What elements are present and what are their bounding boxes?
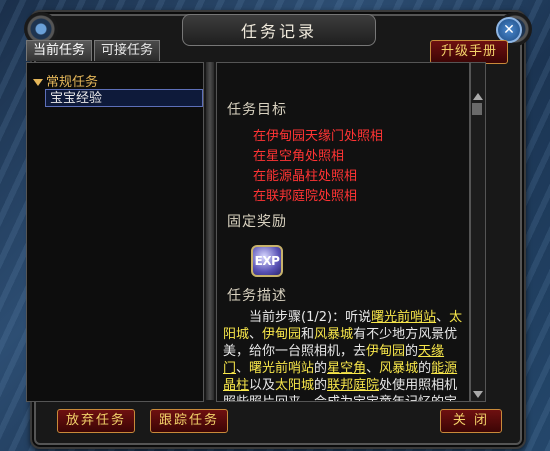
description-text: 、 [436,310,450,325]
tab-available-quests[interactable]: 可接任务 [94,40,161,61]
quest-description: 当前步骤(1/2)：听说曙光前哨站、太阳城、伊甸园和风暴城有不少地方风景优美，给… [223,309,463,401]
description-text: 和 [301,327,315,342]
place-name-highlight: 太阳城 [275,378,315,393]
goal-title: 任务目标 [227,102,287,118]
tab-bar: 当前任务 可接任务 [26,40,161,61]
goal-item: 在能源晶柱处照相 [253,169,358,184]
description-text: 当前步骤(1/2)：听说 [249,310,372,325]
quest-tree-panel: 常规任务 宝宝经验 [26,62,204,402]
place-name-highlight: 伊甸园 [262,327,302,342]
close-button[interactable]: 关 闭 [440,409,502,433]
place-name-highlight[interactable]: 曙光前哨站 [371,310,436,325]
place-name-highlight[interactable]: 星空角 [327,361,366,376]
description-text: 、 [249,327,263,342]
place-name-highlight: 曙光前哨站 [249,361,315,376]
place-name-highlight: 风暴城 [314,327,354,342]
abandon-quest-button[interactable]: 放弃任务 [57,409,135,433]
reward-title: 固定奖励 [227,214,287,230]
description-text: 的 [314,378,328,393]
place-name-highlight: 风暴城 [379,361,419,376]
tree-category-label: 常规任务 [46,75,99,90]
place-name-highlight: 伊甸园 [366,344,406,359]
tree-item-pet-exp[interactable]: 宝宝经验 [45,89,203,107]
detail-scrollbar[interactable] [470,62,486,402]
description-text: 的 [314,361,328,376]
scroll-up-arrow-icon[interactable] [473,93,483,100]
scroll-thumb[interactable] [472,103,482,115]
exp-icon[interactable]: EXP [251,245,283,277]
tab-current-quests[interactable]: 当前任务 [26,40,93,61]
description-text: 的 [405,344,419,359]
panel-divider [206,62,214,400]
quest-detail-panel: 任务目标 在伊甸园天缘门处照相 在星空角处照相 在能源晶柱处照相 在联邦庭院处照… [216,62,470,402]
goal-item: 在联邦庭院处照相 [253,189,358,204]
description-text: 、 [366,361,380,376]
upgrade-manual-button[interactable]: 升级手册 [430,40,508,64]
window-title: 任务记录 [182,14,376,46]
description-text: 、 [236,361,250,376]
track-quest-button[interactable]: 跟踪任务 [150,409,228,433]
goal-item: 在伊甸园天缘门处照相 [253,129,384,144]
expand-triangle-icon [33,79,43,86]
place-name-highlight[interactable]: 联邦庭院 [327,378,379,393]
description-title: 任务描述 [227,288,287,304]
scroll-down-arrow-icon[interactable] [473,391,483,398]
description-text: 的 [418,361,432,376]
tree-category[interactable]: 常规任务 [33,71,98,90]
goal-item: 在星空角处照相 [253,149,345,164]
description-text: 以及 [249,378,276,393]
